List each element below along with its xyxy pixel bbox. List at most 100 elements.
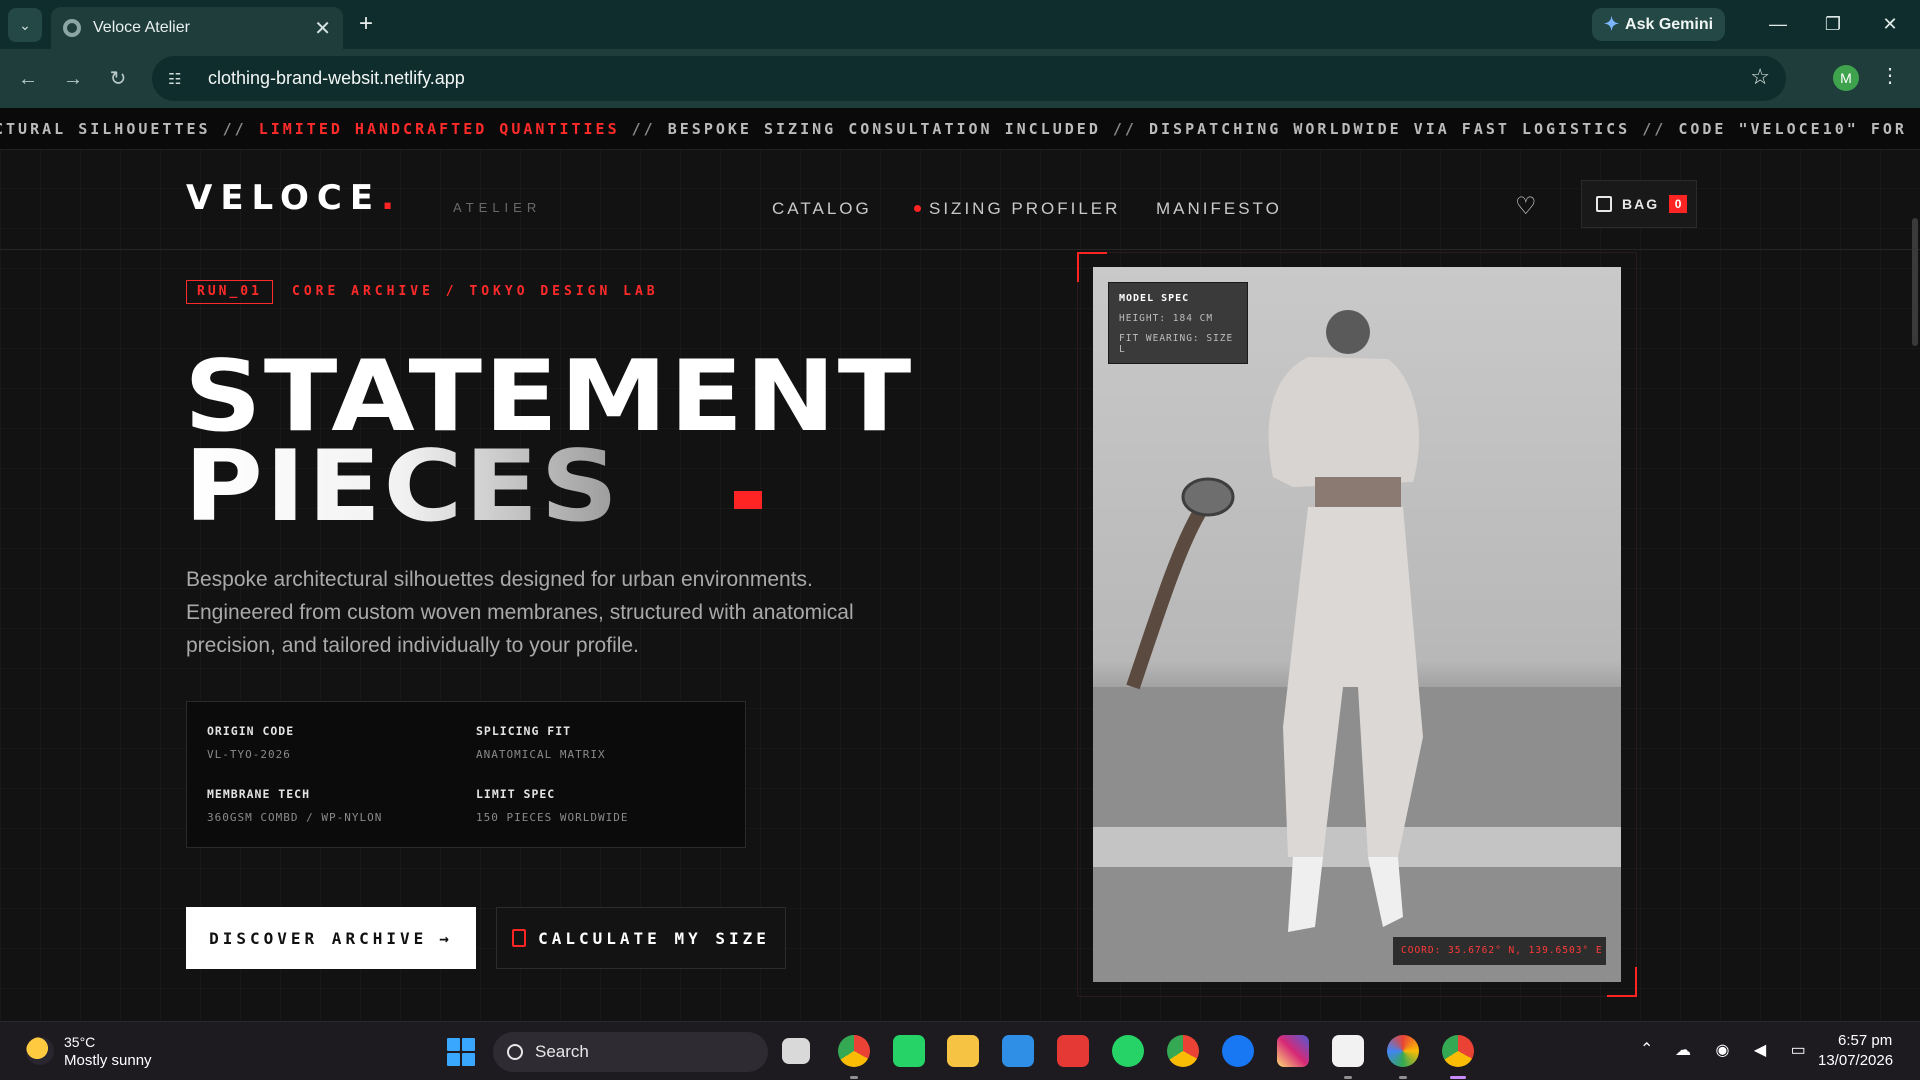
whatsapp-icon[interactable] — [1112, 1035, 1144, 1067]
minimize-button[interactable]: — — [1758, 8, 1798, 40]
discover-archive-button[interactable]: DISCOVER ARCHIVE → — [186, 907, 476, 969]
wps-office-icon[interactable] — [1057, 1035, 1089, 1067]
running-indicator — [850, 1076, 858, 1079]
calculate-size-label: CALCULATE MY SIZE — [538, 928, 770, 948]
ask-gemini-label: Ask Gemini — [1625, 15, 1714, 33]
spec-value: ANATOMICAL MATRIX — [476, 748, 606, 761]
whatsapp-business-icon[interactable] — [893, 1035, 925, 1067]
model-photo-illustration — [1093, 310, 1621, 982]
ticker-separator: // — [1100, 120, 1149, 138]
running-indicator — [1399, 1076, 1407, 1079]
site-header: VELOCE. ATELIER CATALOG SIZING PROFILER … — [0, 150, 1920, 250]
tab-close-icon[interactable]: ✕ — [314, 16, 331, 41]
file-explorer-icon[interactable] — [947, 1035, 979, 1067]
bookmark-star-icon[interactable]: ☆ — [1750, 64, 1770, 90]
vscode-icon[interactable] — [1002, 1035, 1034, 1067]
reload-icon[interactable]: ↻ — [100, 61, 136, 97]
headline-red-dot — [734, 491, 762, 509]
app-icon[interactable] — [1332, 1035, 1364, 1067]
taskbar-search-label: Search — [535, 1042, 589, 1061]
back-arrow-icon[interactable]: ← — [10, 61, 46, 97]
spec-label: MEMBRANE TECH — [207, 787, 311, 801]
search-icon — [507, 1044, 523, 1060]
gemini-sparkle-icon: ✦ — [1603, 14, 1620, 34]
weather-description[interactable]: Mostly sunny — [64, 1052, 152, 1069]
nav-catalog[interactable]: CATALOG — [772, 199, 872, 219]
url-text: clothing-brand-websit.netlify.app — [208, 68, 465, 88]
chrome-profile-icon[interactable] — [1167, 1035, 1199, 1067]
model-height: HEIGHT: 184 CM — [1119, 313, 1214, 324]
spec-label: SPLICING FIT — [476, 724, 572, 738]
restore-button[interactable]: ❐ — [1813, 8, 1853, 40]
page-viewport: CTURAL SILHOUETTES // LIMITED HANDCRAFTE… — [0, 108, 1920, 1021]
site-settings-icon[interactable]: ☷ — [168, 70, 194, 88]
model-spec-title: MODEL SPEC — [1119, 293, 1190, 304]
spec-value: VL-TYO-2026 — [207, 748, 291, 761]
globe-icon — [63, 19, 81, 37]
bag-label: BAG — [1622, 196, 1660, 212]
browser-tab-bar: ⌄ Veloce Atelier ✕ + ✦ Ask Gemini — ❐ ✕ — [0, 0, 1920, 49]
chrome-icon[interactable] — [838, 1035, 870, 1067]
active-indicator — [1450, 1076, 1466, 1079]
brand-logo[interactable]: VELOCE. — [186, 178, 402, 218]
page-scrollbar[interactable] — [1912, 218, 1918, 346]
shopping-bag-button[interactable]: BAG 0 — [1581, 180, 1697, 228]
clock-time[interactable]: 6:57 pm — [1838, 1032, 1892, 1049]
bag-count-badge: 0 — [1669, 195, 1688, 213]
spec-label: LIMIT SPEC — [476, 787, 556, 801]
weather-temperature[interactable]: 35°C — [64, 1034, 95, 1050]
ticker-segment: BESPOKE SIZING CONSULTATION INCLUDED — [667, 120, 1101, 138]
model-spec-card: MODEL SPEC HEIGHT: 184 CM FIT WEARING: S… — [1108, 282, 1248, 364]
spec-label: ORIGIN CODE — [207, 724, 295, 738]
tab-veloce-atelier[interactable]: Veloce Atelier ✕ — [51, 7, 343, 49]
ask-gemini-button[interactable]: ✦ Ask Gemini — [1592, 8, 1725, 41]
tab-search-chevron-icon[interactable]: ⌄ — [8, 8, 42, 42]
nav-sizing-profiler[interactable]: SIZING PROFILER — [929, 199, 1120, 219]
clock-date[interactable]: 13/07/2026 — [1818, 1052, 1893, 1069]
run-path: CORE ARCHIVE / TOKYO DESIGN LAB — [292, 284, 659, 299]
forward-arrow-icon[interactable]: → — [55, 61, 91, 97]
taskbar-search[interactable]: Search — [493, 1032, 768, 1072]
discover-archive-label: DISCOVER ARCHIVE — [209, 928, 428, 948]
active-nav-dot — [914, 205, 921, 212]
running-indicator — [1344, 1076, 1352, 1079]
coordinates-badge: COORD: 35.6762° N, 139.6503° E — [1393, 937, 1606, 965]
nav-manifesto[interactable]: MANIFESTO — [1156, 199, 1282, 219]
calculate-size-button[interactable]: CALCULATE MY SIZE — [496, 907, 786, 969]
windows-start-icon[interactable] — [447, 1038, 475, 1066]
headline-line-2: PIECES — [184, 430, 621, 544]
wishlist-heart-icon[interactable]: ♡ — [1515, 192, 1537, 221]
logo-dot: . — [381, 178, 402, 218]
browser-menu-icon[interactable]: ⋮ — [1880, 63, 1900, 88]
new-tab-button[interactable]: + — [352, 10, 380, 38]
chrome-active-icon[interactable] — [1442, 1035, 1474, 1067]
address-bar[interactable]: ☷ clothing-brand-websit.netlify.app ☆ — [152, 56, 1786, 101]
close-window-button[interactable]: ✕ — [1870, 8, 1910, 40]
arrow-right-icon: → — [439, 928, 453, 948]
ticker-separator: // — [619, 120, 668, 138]
model-photo — [1093, 267, 1621, 982]
ticker-segment: CODE "VELOCE10" FOR 10% OFF — [1678, 120, 1920, 138]
tab-title: Veloce Atelier — [93, 19, 190, 36]
ticker-segment: LIMITED HANDCRAFTED QUANTITIES — [258, 120, 620, 138]
instagram-icon[interactable] — [1277, 1035, 1309, 1067]
spec-value: 360GSM COMBD / WP-NYLON — [207, 811, 383, 824]
facebook-icon[interactable] — [1222, 1035, 1254, 1067]
task-view-icon[interactable] — [782, 1038, 810, 1064]
announcement-ticker: CTURAL SILHOUETTES // LIMITED HANDCRAFTE… — [0, 108, 1920, 150]
chrome-canary-icon[interactable] — [1387, 1035, 1419, 1067]
weather-sun-icon[interactable] — [26, 1037, 54, 1065]
logo-subtitle: ATELIER — [453, 200, 542, 215]
bag-icon — [1596, 196, 1612, 212]
spec-panel: ORIGIN CODE VL-TYO-2026 SPLICING FIT ANA… — [186, 701, 746, 848]
ticker-separator: // — [1630, 120, 1679, 138]
ticker-segment: CTURAL SILHOUETTES — [0, 120, 211, 138]
calculator-icon — [512, 929, 527, 947]
ticker-text: CTURAL SILHOUETTES // LIMITED HANDCRAFTE… — [0, 120, 1920, 138]
ticker-segment: DISPATCHING WORLDWIDE VIA FAST LOGISTICS — [1148, 120, 1631, 138]
tray-overflow-chevron-icon[interactable]: ⌃ — [1640, 1039, 1653, 1059]
logo-text: VELOCE — [186, 178, 382, 218]
system-tray-icons[interactable]: ☁ ◉ ◀ ▭ — [1675, 1040, 1816, 1060]
profile-avatar[interactable]: M — [1833, 65, 1859, 91]
hero-description: Bespoke architectural silhouettes design… — [186, 568, 854, 657]
